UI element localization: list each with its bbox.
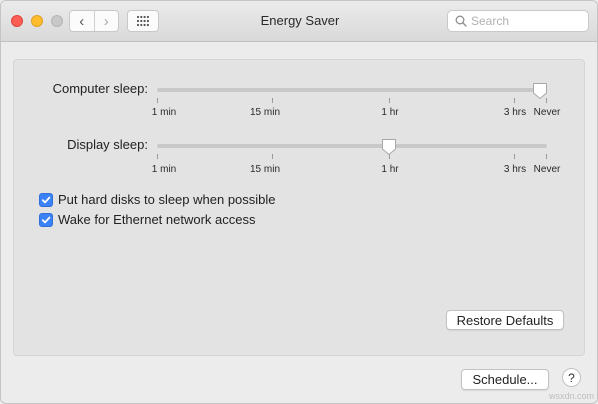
display-sleep-tick-label: 1 hr: [381, 164, 399, 175]
computer-sleep-tick-label: 1 min: [151, 107, 177, 118]
wake-ethernet-label: Wake for Ethernet network access: [58, 212, 256, 227]
hard-disk-sleep-option[interactable]: Put hard disks to sleep when possible: [39, 192, 276, 207]
checkmark-icon: [41, 196, 51, 203]
display-sleep-label: Display sleep:: [67, 137, 148, 152]
schedule-button[interactable]: Schedule...: [461, 369, 549, 390]
wake-ethernet-checkbox[interactable]: [39, 212, 53, 227]
checkmark-icon: [41, 216, 51, 223]
display-sleep-ticks: [157, 154, 547, 160]
computer-sleep-tick-label: Never: [533, 107, 561, 118]
hard-disk-sleep-checkbox[interactable]: [39, 192, 53, 207]
settings-panel: Computer sleep: 1 min 15 min 1 hr 3 hrs …: [13, 59, 585, 356]
restore-defaults-button[interactable]: Restore Defaults: [446, 310, 564, 330]
search-field[interactable]: [447, 10, 589, 32]
computer-sleep-tick-label: 15 min: [249, 107, 281, 118]
search-input[interactable]: [471, 14, 581, 28]
hard-disk-sleep-label: Put hard disks to sleep when possible: [58, 192, 276, 207]
computer-sleep-label: Computer sleep:: [52, 81, 148, 96]
display-sleep-tick-label: 1 min: [151, 164, 177, 175]
display-sleep-tick-label: Never: [533, 164, 561, 175]
computer-sleep-tick-label: 3 hrs: [503, 107, 527, 118]
energy-saver-window: ‹ › Energy Saver Computer sleep:: [0, 0, 598, 404]
computer-sleep-slider-thumb[interactable]: [532, 82, 548, 100]
watermark-text: wsxdn.com: [549, 391, 595, 401]
display-sleep-track[interactable]: [157, 144, 547, 148]
display-sleep-slider-thumb[interactable]: [381, 138, 397, 156]
computer-sleep-tick-label: 1 hr: [381, 107, 399, 118]
search-icon: [455, 15, 467, 27]
wake-ethernet-option[interactable]: Wake for Ethernet network access: [39, 212, 256, 227]
display-sleep-tick-label: 3 hrs: [503, 164, 527, 175]
display-sleep-tick-label: 15 min: [249, 164, 281, 175]
titlebar: ‹ › Energy Saver: [1, 1, 597, 42]
computer-sleep-track[interactable]: [157, 88, 547, 92]
help-button[interactable]: ?: [562, 368, 581, 387]
computer-sleep-ticks: [157, 98, 547, 104]
